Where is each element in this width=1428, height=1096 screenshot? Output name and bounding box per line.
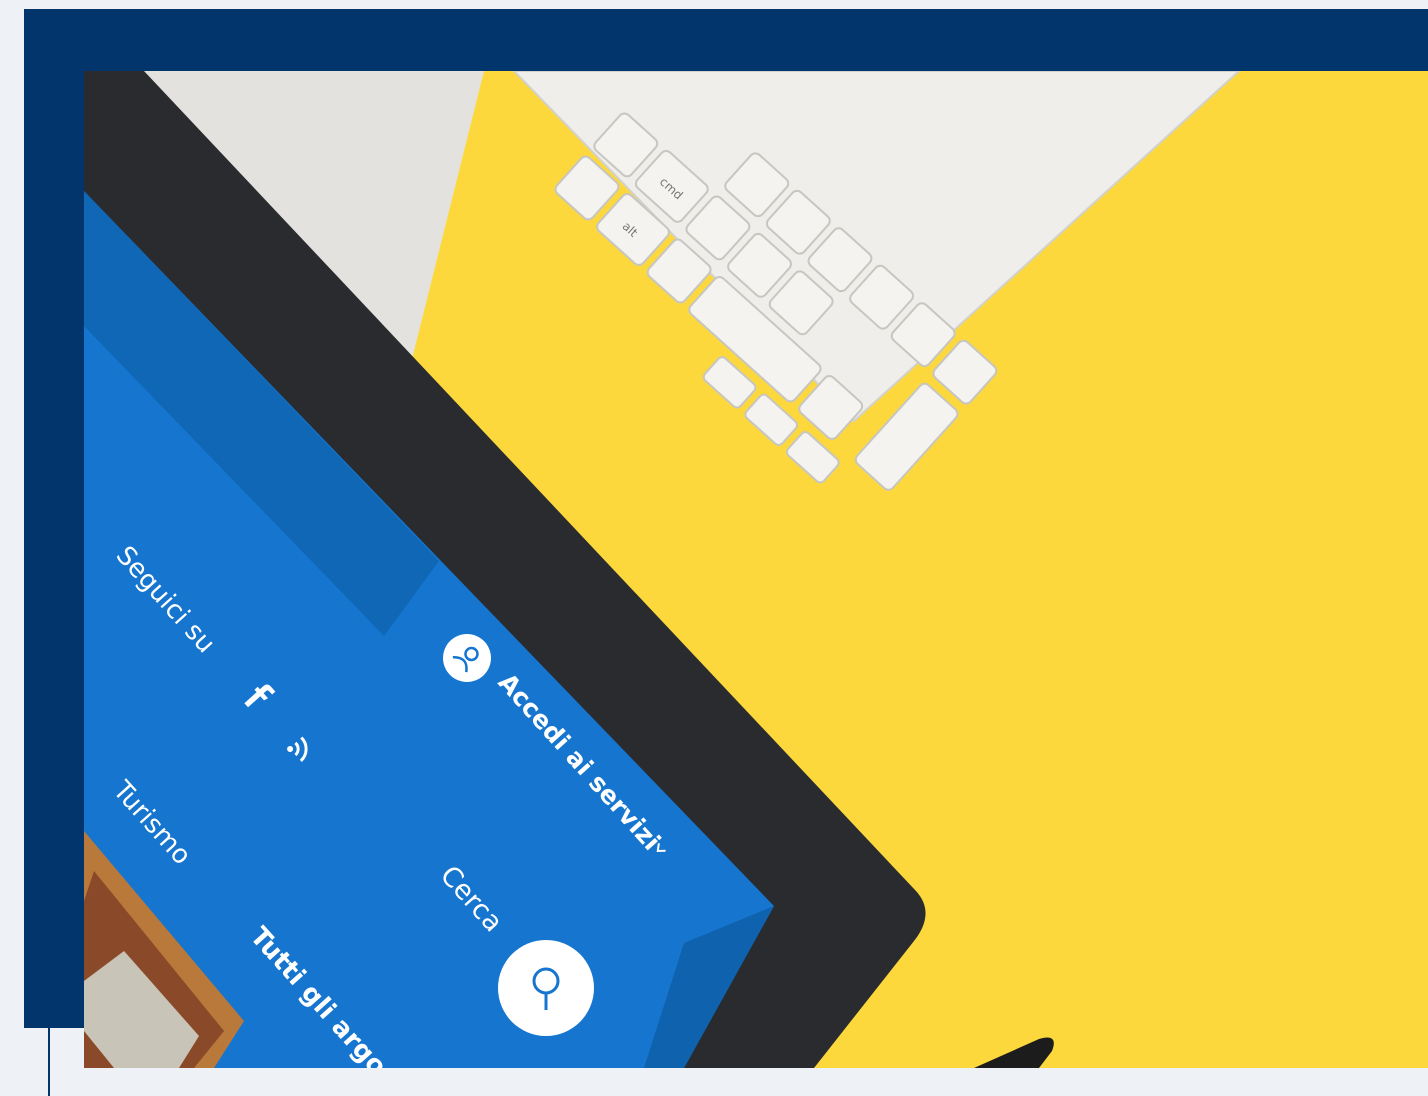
accent-line <box>48 1028 50 1096</box>
search-button[interactable] <box>498 940 594 1036</box>
hero-photo: cmd alt Seguici su Turismo Tutti gli arg… <box>84 71 1428 1068</box>
